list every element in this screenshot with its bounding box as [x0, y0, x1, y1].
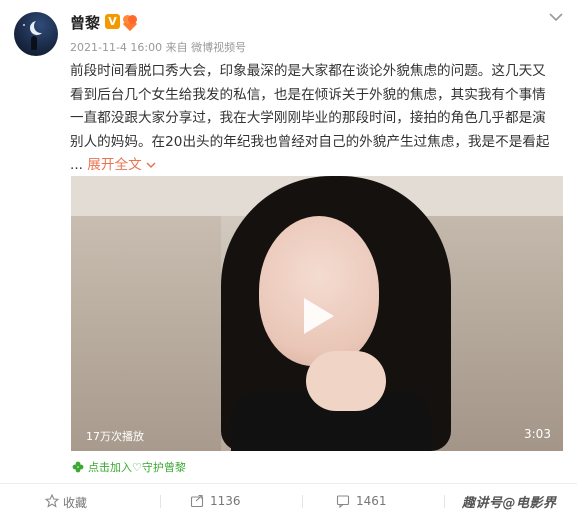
verified-badge-icon: V — [105, 14, 120, 29]
moon-icon — [34, 19, 48, 33]
user-name[interactable]: 曾黎 — [70, 12, 100, 33]
clover-icon — [72, 461, 84, 473]
post-time[interactable]: 2021-11-4 16:00 — [70, 41, 162, 54]
divider — [302, 495, 303, 508]
video-duration: 3:03 — [524, 427, 551, 441]
divider — [160, 495, 161, 508]
expand-full-text-link[interactable]: 展开全文 — [87, 157, 141, 173]
post-meta: 2021-11-4 16:00 来自 微博视频号 — [70, 39, 246, 55]
chevron-down-icon[interactable] — [146, 160, 156, 170]
avatar[interactable] — [14, 12, 58, 56]
star-outline-icon[interactable] — [45, 494, 59, 508]
post-text: 前段时间看脱口秀大会，印象最深的是大家都在谈论外貌焦虑的问题。这几天又 看到后台… — [70, 60, 562, 178]
share-icon[interactable] — [190, 494, 204, 508]
watermark: 趣讲号@电影界 — [462, 496, 557, 511]
play-icon[interactable] — [300, 296, 336, 336]
fan-badge-icon — [122, 13, 138, 32]
view-count: 17万次播放 — [86, 430, 144, 443]
ellipsis: ... — [70, 157, 83, 174]
comment-count[interactable]: 1461 — [356, 494, 387, 508]
expand-row: ... 展开全文 — [70, 154, 562, 178]
comment-icon[interactable] — [336, 494, 350, 508]
favorite-button[interactable]: 收藏 — [63, 494, 87, 511]
share-count[interactable]: 1136 — [210, 494, 241, 508]
star-icon — [23, 24, 25, 26]
divider — [0, 483, 577, 484]
weibo-post-card: 曾黎 V 2021-11-4 16:00 来自 微博视频号 前段时间看脱口秀大会… — [0, 0, 577, 518]
post-text-line: 看到后台几个女生给我发的私信，也是在倾诉关于外貌的焦虑，其实我有个事情 — [70, 86, 546, 103]
post-text-line: 一直都没跟大家分享过，我在大学刚刚毕业的那段时间，接拍的角色几乎都是演 — [70, 110, 546, 127]
post-text-line: 别人的妈妈。在20出头的年纪我也曾经对自己的外貌产生过焦虑，我是不是看起 — [70, 133, 550, 150]
divider — [444, 495, 445, 508]
silhouette-icon — [31, 36, 37, 50]
join-fan-group-link[interactable]: 点击加入♡守护曾黎 — [88, 459, 186, 475]
chevron-down-icon[interactable] — [546, 10, 566, 24]
post-text-line: 前段时间看脱口秀大会，印象最深的是大家都在谈论外貌焦虑的问题。这几天又 — [70, 63, 546, 79]
post-source: 来自 微博视频号 — [165, 41, 247, 54]
